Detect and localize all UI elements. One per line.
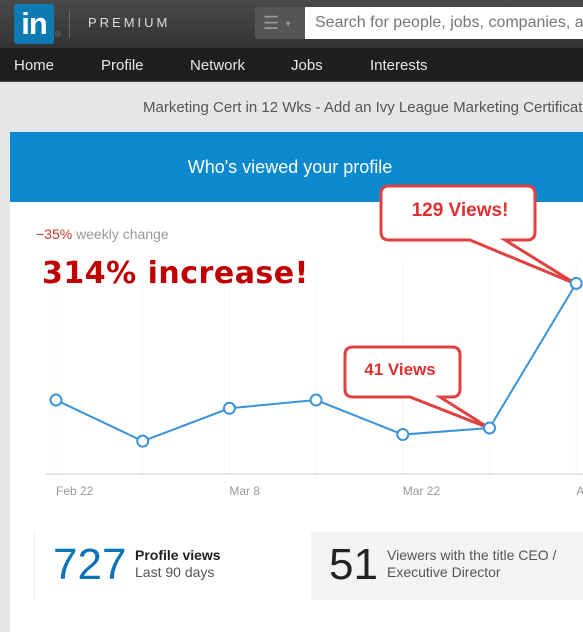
- x-tick-label: A: [576, 484, 583, 498]
- x-tick-label: Mar 8: [229, 484, 260, 498]
- callout-41-views: 41 Views: [364, 360, 436, 379]
- views-chart: Feb 22 Mar 8 Mar 22 A: [46, 184, 583, 498]
- x-tick-label: Mar 22: [403, 484, 441, 498]
- data-point: [309, 393, 323, 407]
- stat-ceo-viewers[interactable]: 51 Viewers with the title CEO / Executiv…: [311, 532, 583, 600]
- data-point: [396, 428, 410, 442]
- stat-sub: Last 90 days: [135, 564, 215, 580]
- data-point: [483, 421, 496, 435]
- data-point: [136, 434, 150, 448]
- data-point: [222, 401, 236, 415]
- increase-annotation: 314% increase!: [42, 256, 309, 291]
- stat-label: Profile views: [135, 547, 221, 563]
- data-point: [49, 393, 63, 407]
- stat-label: Viewers with the title CEO / Executive D…: [387, 547, 557, 580]
- stat-value: 727: [53, 540, 127, 589]
- x-tick-label: Feb 22: [56, 484, 94, 498]
- stat-profile-views[interactable]: 727 Profile views Last 90 days: [34, 532, 312, 600]
- stat-value: 51: [329, 540, 378, 589]
- data-point: [569, 276, 583, 290]
- callout-129-views: 129 Views!: [411, 200, 509, 221]
